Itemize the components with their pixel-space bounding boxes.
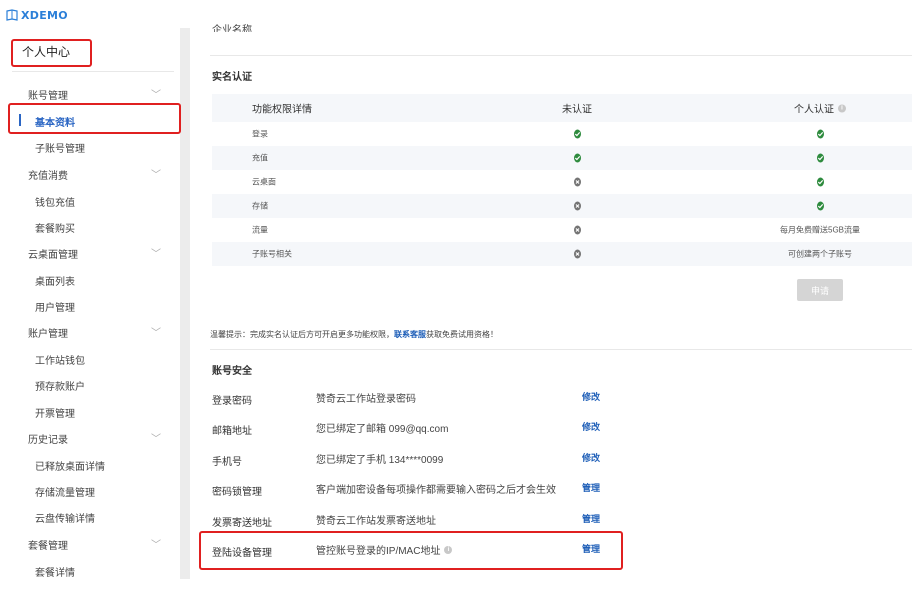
table-row: 存储 (212, 194, 912, 218)
logo-text: XDEMO (21, 8, 68, 22)
security-desc-text: 管控账号登录的IP/MAC地址 (316, 546, 441, 557)
column-header-personal-label: 个人认证 (794, 104, 834, 116)
permission-name: 流量 (252, 225, 268, 235)
security-row: 密码锁管理 客户端加密设备每项操作都需要输入密码之后才会生效 管理 (190, 479, 912, 499)
check-icon (816, 177, 824, 187)
security-row: 发票寄送地址 赞奇云工作站发票寄送地址 管理 (190, 510, 912, 530)
chevron-down-icon[interactable]: ﹀ (151, 86, 161, 101)
permission-name: 充值 (252, 153, 268, 163)
security-desc: 赞奇云工作站登录密码 (316, 394, 416, 405)
table-row: 云桌面 (212, 170, 912, 194)
sidebar-item-user-management[interactable]: 用户管理 (35, 299, 75, 314)
cross-icon (573, 225, 581, 235)
logo[interactable]: XDEMO (6, 8, 68, 22)
security-desc: 管控账号登录的IP/MAC地址 i (316, 542, 453, 557)
sidebar-item-workstation-wallet[interactable]: 工作站钱包 (35, 352, 85, 367)
cross-icon (573, 177, 581, 187)
check-icon (573, 153, 581, 163)
manage-invoice-address-link[interactable]: 管理 (582, 512, 600, 525)
tip-prefix: 温馨提示：完成实名认证后方可开启更多功能权限， (210, 330, 394, 339)
chevron-down-icon[interactable]: ﹀ (151, 166, 161, 181)
table-header-row: 功能权限详情 未认证 个人认证 i (212, 94, 912, 122)
table-row: 登录 (212, 122, 912, 146)
nav-group-recharge[interactable]: 充值消费 (28, 167, 68, 182)
section-title-security: 账号安全 (212, 366, 252, 377)
sidebar-item-storage-traffic[interactable]: 存储流量管理 (35, 484, 95, 499)
sidebar-scrollbar[interactable] (180, 28, 190, 579)
column-header-permissions: 功能权限详情 (252, 104, 312, 116)
sidebar-item-package-purchase[interactable]: 套餐购买 (35, 220, 75, 235)
cross-icon (573, 201, 581, 211)
table-row: 子账号相关 可创建两个子账号 (212, 242, 912, 266)
modify-password-link[interactable]: 修改 (582, 390, 600, 403)
main-content: 企业名称 实名认证 功能权限详情 未认证 个人认证 i 登录 充值 云桌面 存储 (190, 0, 912, 607)
highlight-box-basic-info (8, 103, 181, 134)
security-row: 手机号 您已绑定了手机 134****0099 修改 (190, 449, 912, 469)
security-desc: 您已绑定了手机 134****0099 (316, 455, 444, 466)
sidebar-item-prepaid-account[interactable]: 预存款账户 (35, 378, 85, 393)
divider (210, 55, 912, 56)
nav-group-cloud-desktop[interactable]: 云桌面管理 (28, 246, 78, 261)
permission-name: 登录 (252, 129, 268, 139)
permission-name: 存储 (252, 201, 268, 211)
security-label: 密码锁管理 (212, 487, 262, 498)
manage-password-lock-link[interactable]: 管理 (582, 481, 600, 494)
chevron-down-icon[interactable]: ﹀ (151, 536, 161, 551)
personal-benefit-text: 每月免费赠送5GB流量 (780, 225, 861, 235)
check-icon (573, 129, 581, 139)
section-title-realname: 实名认证 (212, 72, 252, 83)
security-row: 登录密码 赞奇云工作站登录密码 修改 (190, 388, 912, 408)
company-name-label: 企业名称 (212, 25, 252, 32)
nav-group-billing-account[interactable]: 账户管理 (28, 325, 68, 340)
chevron-down-icon[interactable]: ﹀ (151, 245, 161, 260)
security-row: 登陆设备管理 管控账号登录的IP/MAC地址 i 管理 (190, 540, 912, 560)
cross-icon (573, 249, 581, 259)
highlight-box-personal-center (11, 39, 92, 67)
nav-group-package[interactable]: 套餐管理 (28, 537, 68, 552)
check-icon (816, 201, 824, 211)
security-label: 登陆设备管理 (212, 548, 272, 559)
sidebar-item-sub-accounts[interactable]: 子账号管理 (35, 140, 85, 155)
column-header-unverified: 未认证 (562, 104, 592, 116)
check-icon (816, 129, 824, 139)
manage-devices-link[interactable]: 管理 (582, 542, 600, 555)
chevron-down-icon[interactable]: ﹀ (151, 430, 161, 445)
auth-table: 功能权限详情 未认证 个人认证 i 登录 充值 云桌面 存储 流量 每月免费赠送… (212, 94, 912, 266)
personal-benefit-text: 可创建两个子账号 (788, 249, 852, 259)
divider (12, 71, 174, 72)
apply-button[interactable]: 申请 (797, 279, 843, 301)
sidebar-item-package-details[interactable]: 套餐详情 (35, 564, 75, 579)
contact-support-link[interactable]: 联系客服 (394, 330, 426, 339)
modify-email-link[interactable]: 修改 (582, 420, 600, 433)
security-label: 发票寄送地址 (212, 518, 272, 529)
sidebar-item-desktop-list[interactable]: 桌面列表 (35, 273, 75, 288)
security-desc: 您已绑定了邮箱 099@qq.com (316, 424, 449, 435)
security-label: 手机号 (212, 457, 242, 468)
nav-group-account[interactable]: 账号管理 (28, 87, 68, 102)
check-icon (816, 153, 824, 163)
sidebar-item-released-desktops[interactable]: 已释放桌面详情 (35, 458, 105, 473)
tip-suffix: 获取免费试用资格！ (426, 330, 498, 339)
sidebar-item-invoice-management[interactable]: 开票管理 (35, 405, 75, 420)
column-header-personal: 个人认证 i (794, 101, 846, 116)
sidebar-item-wallet-recharge[interactable]: 钱包充值 (35, 194, 75, 209)
logo-icon (6, 9, 18, 21)
security-row: 邮箱地址 您已绑定了邮箱 099@qq.com 修改 (190, 418, 912, 438)
chevron-down-icon[interactable]: ﹀ (151, 324, 161, 339)
sidebar-item-cloud-transfer[interactable]: 云盘传输详情 (35, 510, 95, 525)
security-desc: 赞奇云工作站发票寄送地址 (316, 516, 436, 527)
security-label: 邮箱地址 (212, 426, 252, 437)
nav-group-history[interactable]: 历史记录 (28, 431, 68, 446)
info-icon[interactable]: i (444, 545, 453, 554)
table-row: 流量 每月免费赠送5GB流量 (212, 218, 912, 242)
divider (210, 349, 912, 350)
permission-name: 云桌面 (252, 177, 276, 187)
tip-text: 温馨提示：完成实名认证后方可开启更多功能权限，联系客服获取免费试用资格！ (210, 329, 498, 340)
modify-phone-link[interactable]: 修改 (582, 451, 600, 464)
security-label: 登录密码 (212, 396, 252, 407)
info-icon[interactable]: i (838, 104, 846, 112)
security-desc: 客户端加密设备每项操作都需要输入密码之后才会生效 (316, 485, 556, 496)
table-row: 充值 (212, 146, 912, 170)
permission-name: 子账号相关 (252, 249, 292, 259)
